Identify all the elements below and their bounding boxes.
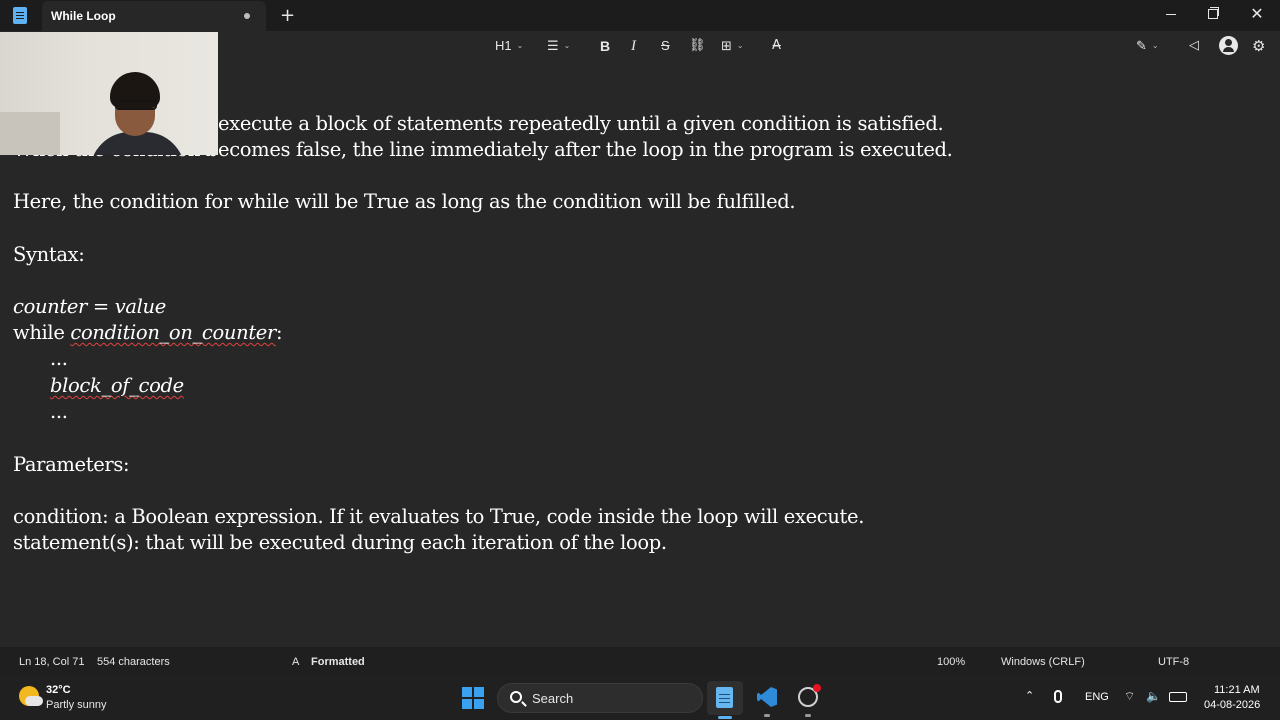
clear-formatting-icon[interactable]: A̶ [772,37,781,55]
search-icon [510,691,522,703]
parameters-heading: Parameters: [13,453,130,476]
tab-while-loop[interactable]: While Loop [42,1,266,31]
recording-badge-icon [813,684,821,692]
syntax-heading: Syntax: [13,243,85,266]
tab-title: While Loop [51,9,116,23]
windows-logo-icon [462,699,472,709]
bold-button[interactable]: B [600,37,610,55]
show-hidden-icons-chevron-icon[interactable]: ⌃ [1025,689,1034,702]
speaker-icon[interactable]: 🔈 [1146,689,1161,703]
text-line: statement(s): that will be executed duri… [13,531,667,554]
restore-button[interactable] [1198,4,1228,24]
chevron-down-icon: ⌄ [736,41,744,50]
chevron-down-icon: ⌄ [516,41,524,50]
heading-label: H1 [495,38,512,53]
running-indicator [805,714,811,717]
strikethrough-button[interactable]: S [661,37,670,55]
code-text: counter [13,295,88,318]
text-line: condition: a Boolean expression. If it e… [13,505,865,528]
scrollbar[interactable] [1268,62,1280,647]
account-avatar-icon[interactable] [1219,36,1238,55]
start-button[interactable] [462,687,484,709]
taskbar-notepad[interactable] [707,681,743,719]
active-indicator [718,716,732,719]
list-icon: ☰ [547,39,559,54]
minimize-button[interactable] [1156,4,1186,24]
text-line: execute a block of statements repeatedly… [218,112,944,135]
notepad-icon [716,687,733,708]
spellcheck-word[interactable]: block_of_code [50,374,184,397]
copilot-icon: ✎ [1136,39,1147,54]
code-text: = [87,295,115,318]
list-dropdown[interactable]: ☰ ⌄ [547,37,570,55]
copilot-dropdown[interactable]: ✎ ⌄ [1136,37,1159,55]
windows-logo-icon [462,687,472,697]
table-dropdown[interactable]: ⊞ ⌄ [721,37,744,55]
new-tab-button[interactable]: + [280,5,295,26]
link-icon[interactable]: ⛓ [689,37,706,55]
formatting-status[interactable]: Formatted [311,656,365,668]
unsaved-dot-icon[interactable] [244,13,250,19]
code-line: ... [50,400,68,423]
settings-icon[interactable]: ⚙ [1252,37,1265,55]
battery-icon[interactable] [1169,692,1187,702]
input-language[interactable]: ENG [1085,691,1109,703]
weather-description[interactable]: Partly sunny [46,699,107,711]
windows-logo-icon [474,699,484,709]
taskbar-browser[interactable] [790,681,826,717]
wifi-icon[interactable]: ⌔ [1124,689,1135,704]
text-line: Here, the condition for while will be Tr… [13,190,796,213]
code-line: counter = value [13,295,166,318]
code-text: while [13,321,71,344]
taskbar-vscode[interactable] [749,681,785,717]
chevron-down-icon: ⌄ [563,41,571,50]
status-bar: Ln 18, Col 71 554 characters A Formatted… [0,647,1280,675]
weather-temperature[interactable]: 32°C [46,684,71,696]
webcam-background [0,112,60,155]
vscode-icon [757,687,777,707]
code-text: value [114,295,167,318]
table-icon: ⊞ [721,39,732,54]
heading-dropdown[interactable]: H1 ⌄ [495,37,523,55]
notepad-app-icon [13,7,27,24]
italic-button[interactable]: I [631,37,636,55]
chevron-down-icon: ⌄ [1151,41,1159,50]
running-indicator [764,714,770,717]
line-ending[interactable]: Windows (CRLF) [1001,656,1085,668]
code-text: : [275,321,283,344]
share-icon[interactable]: ◁ [1189,37,1199,55]
character-count: 554 characters [97,656,170,668]
code-line: ... [50,347,68,370]
code-line: block_of_code [50,374,184,397]
taskbar: 32°C Partly sunny Search ⌃ ENG ⌔ 🔈 11:21… [0,675,1280,720]
close-button[interactable]: ✕ [1242,4,1272,24]
encoding[interactable]: UTF-8 [1158,656,1189,668]
code-line: while condition_on_counter: [13,321,283,344]
spellcheck-word[interactable]: condition_on_counter [70,321,276,344]
microphone-icon[interactable] [1054,690,1062,703]
zoom-level[interactable]: 100% [937,656,965,668]
title-bar: While Loop + ✕ [0,0,1280,31]
presenter-glasses [115,100,157,110]
formatting-icon: A [292,656,300,668]
clock-date[interactable]: 04-08-2026 [1204,699,1260,711]
cursor-position[interactable]: Ln 18, Col 71 [19,656,84,668]
windows-logo-icon [474,687,484,697]
clock-time[interactable]: 11:21 AM [1214,684,1260,696]
partly-sunny-icon[interactable] [19,686,43,706]
taskbar-search[interactable]: Search [497,683,703,713]
webcam-overlay [0,32,218,155]
search-label: Search [532,691,574,706]
